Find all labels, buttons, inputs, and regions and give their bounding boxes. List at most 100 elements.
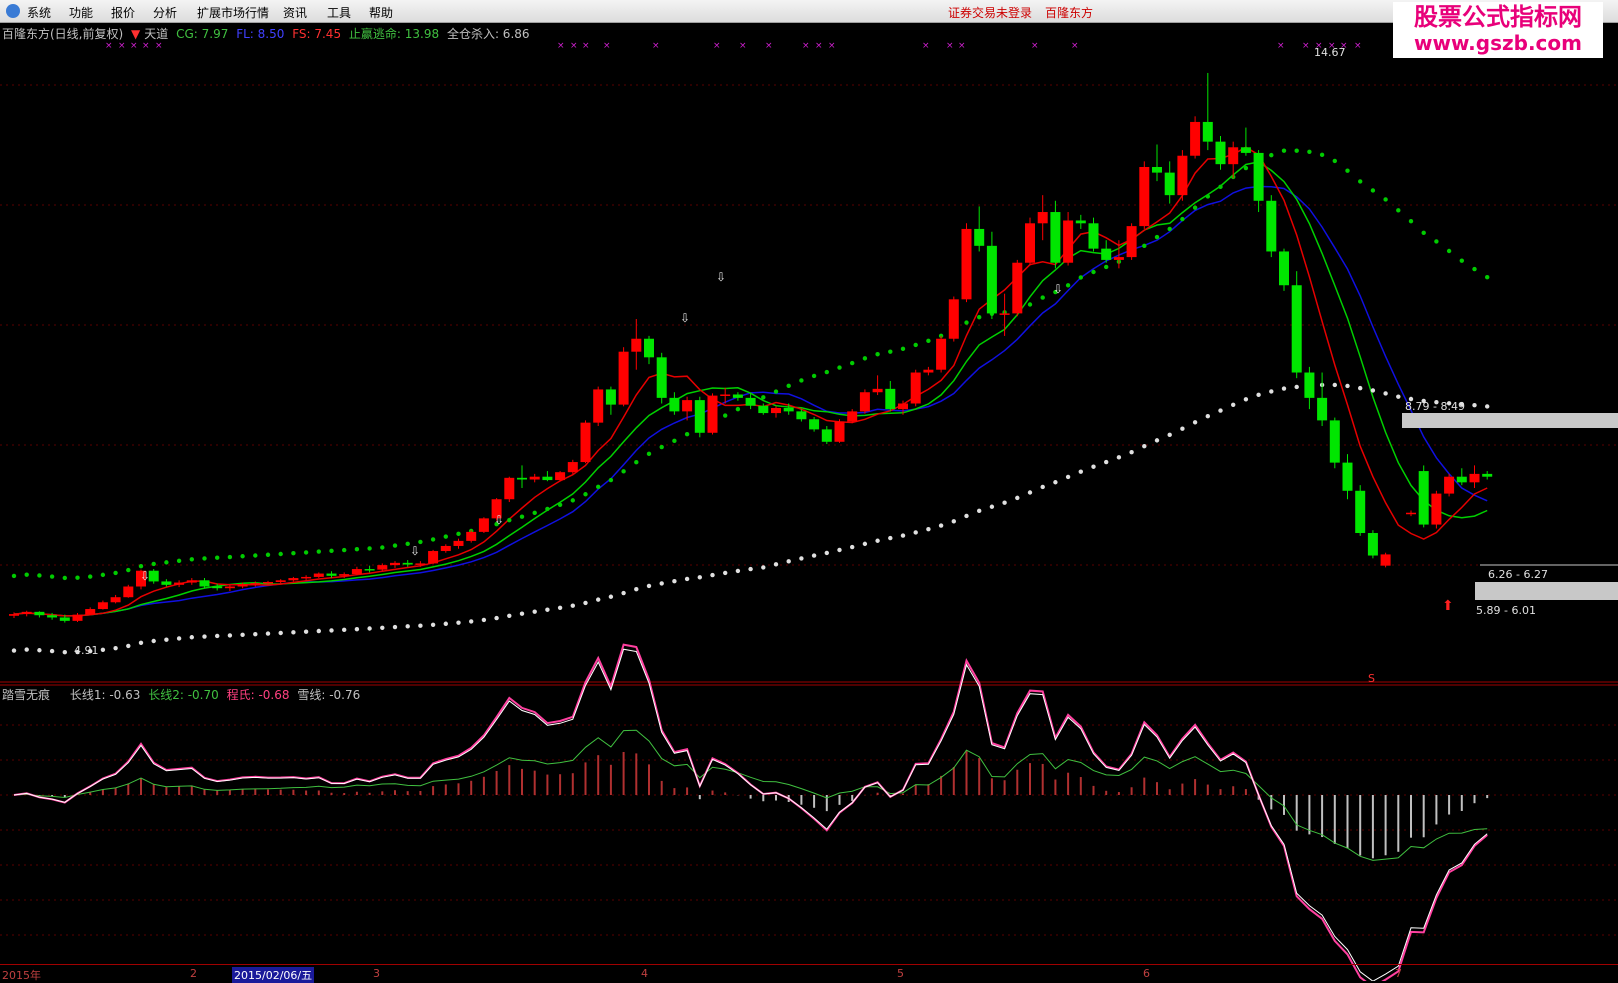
green-dot	[240, 554, 245, 559]
watermark-title: 股票公式指标网	[1414, 3, 1582, 31]
green-dot	[1180, 216, 1185, 222]
candle-body	[1101, 248, 1112, 260]
candle-body	[250, 583, 261, 585]
green-dot	[456, 531, 461, 537]
candle-body	[783, 408, 794, 412]
candle-body	[707, 395, 718, 433]
candle-body	[34, 611, 45, 616]
white-dot	[392, 624, 398, 630]
green-dot	[138, 564, 144, 569]
white-dot	[227, 633, 233, 638]
white-dot	[938, 523, 944, 528]
candle-body	[936, 338, 947, 370]
chengshi-value: 程氏: -0.68	[226, 688, 290, 702]
green-dot	[1154, 234, 1160, 240]
candle-body	[1215, 141, 1226, 165]
down-arrow-icon: ⇩	[680, 311, 690, 325]
white-dot	[989, 504, 995, 509]
x-tick-label: 4	[641, 967, 648, 980]
signal-x-marker: ×	[142, 41, 150, 51]
candle-body	[339, 574, 350, 576]
green-dot	[1396, 208, 1401, 213]
candle-body	[1444, 476, 1455, 494]
white-dot	[1358, 385, 1363, 391]
candle-body	[415, 563, 426, 565]
kline-chart[interactable]: 14.674.918.79 - 8.496.26 - 6.275.89 - 6.…	[0, 0, 1618, 981]
candle-body	[1456, 476, 1467, 483]
green-dot	[176, 558, 182, 564]
white-dot	[1472, 403, 1477, 408]
green-dot	[1345, 168, 1350, 173]
green-dot	[1243, 165, 1249, 171]
low-price-label: 4.91	[74, 644, 99, 657]
up-arrow-icon: ⬆	[1442, 598, 1454, 614]
candle-body	[542, 476, 553, 481]
candle-body	[212, 586, 223, 589]
white-dot	[342, 627, 347, 633]
white-dot	[469, 619, 474, 624]
signal-x-marker: ×	[1302, 41, 1310, 51]
green-dot	[786, 383, 791, 389]
candle-body	[923, 369, 934, 373]
main-indicator-legend: 百隆东方(日线,前复权) ▼ 天道 CG: 7.97 FL: 8.50 FS: 7…	[2, 25, 534, 42]
x-tick-label: 5	[897, 967, 904, 980]
white-dot	[380, 625, 385, 630]
candle-body	[859, 392, 870, 412]
green-dot	[316, 549, 321, 554]
green-dot	[392, 543, 398, 548]
tiandao-label: 天道	[144, 27, 169, 41]
green-dot	[583, 492, 588, 497]
green-dot	[253, 553, 258, 558]
green-dot	[1040, 295, 1045, 300]
candle-body	[263, 582, 273, 584]
candle-body	[1037, 212, 1048, 224]
green-dot	[799, 378, 804, 383]
candle-body	[847, 411, 858, 422]
white-dot	[862, 541, 868, 547]
green-dot	[900, 346, 906, 352]
signal-x-marker: ×	[1354, 41, 1362, 51]
candle-body	[326, 573, 337, 576]
white-dot	[672, 579, 677, 584]
white-dot	[1485, 404, 1490, 409]
long-line-2-value: 长线2: -0.70	[148, 688, 219, 702]
white-dot	[1180, 426, 1185, 431]
candle-body	[834, 421, 845, 442]
green-dot	[621, 469, 626, 474]
down-arrow-icon: ⇩	[494, 513, 504, 527]
candle-body	[1317, 397, 1328, 421]
signal-x-marker: ×	[130, 41, 138, 51]
candle-body	[123, 586, 134, 598]
white-dot	[481, 617, 487, 623]
x-tick-label: 6	[1143, 967, 1150, 980]
candle-body	[1190, 121, 1201, 156]
white-dot	[100, 647, 106, 652]
candle-body	[986, 245, 997, 314]
white-dot	[1065, 474, 1071, 480]
white-dot	[964, 513, 969, 519]
candle-body	[275, 580, 286, 582]
candle-body	[567, 462, 578, 473]
candle-body	[1012, 262, 1023, 314]
white-dot	[1015, 495, 1020, 501]
candle-body	[377, 565, 388, 570]
white-dot	[202, 634, 207, 639]
white-dot	[1205, 414, 1211, 419]
candle-body	[1418, 471, 1429, 525]
candle-body	[1063, 220, 1074, 263]
signal-x-marker: ×	[1031, 41, 1039, 51]
white-dot	[1243, 397, 1249, 402]
green-dot	[596, 484, 601, 490]
down-arrow-icon: ⇩	[1053, 282, 1063, 296]
green-dot	[659, 444, 664, 450]
candle-body	[478, 518, 489, 532]
white-dot	[1167, 432, 1172, 438]
white-dot	[1104, 459, 1109, 465]
white-dot	[1256, 392, 1261, 398]
green-dot	[723, 413, 728, 418]
white-dot	[748, 566, 753, 572]
white-dot	[1294, 384, 1299, 390]
green-dot	[62, 575, 67, 581]
green-dot	[570, 498, 575, 503]
green-dot	[545, 506, 550, 512]
